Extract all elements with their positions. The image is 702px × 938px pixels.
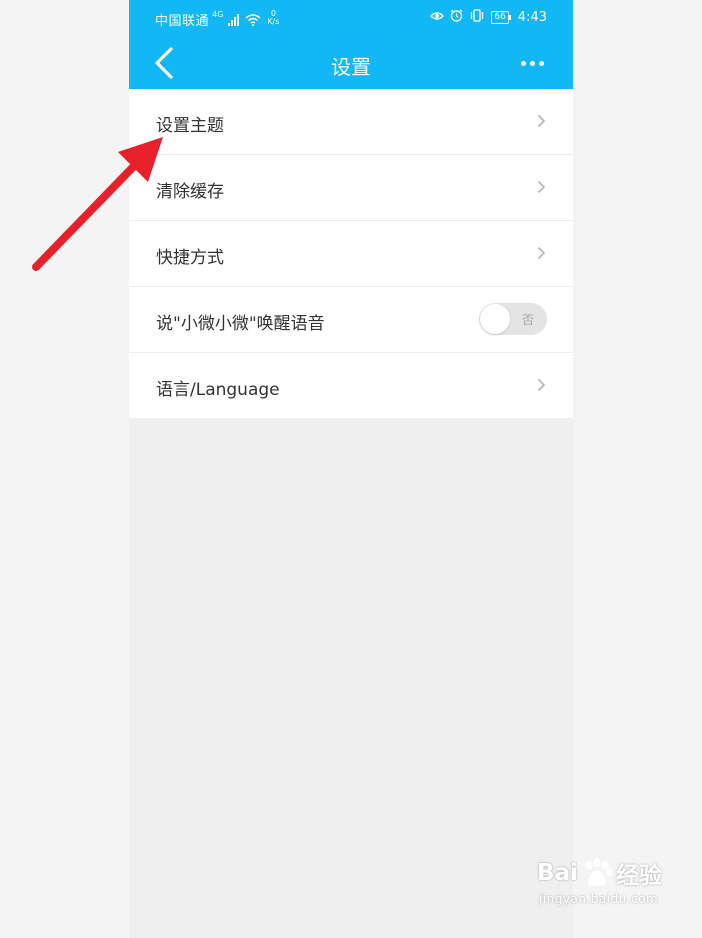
more-dot-icon [520, 60, 526, 66]
chevron-right-icon [537, 378, 546, 392]
more-button[interactable] [517, 50, 547, 76]
voice-wake-toggle[interactable]: 否 [479, 303, 547, 335]
settings-item-clear-cache[interactable]: 清除缓存 [129, 155, 573, 221]
net-speed: 0 K/s [267, 9, 280, 26]
settings-item-label: 设置主题 [156, 116, 224, 136]
page-title: 设置 [331, 55, 371, 79]
settings-item-label: 语言/Language [156, 380, 280, 400]
toggle-state-text: 否 [521, 313, 534, 327]
toggle-knob [480, 304, 510, 334]
settings-item-shortcut[interactable]: 快捷方式 [129, 221, 573, 287]
settings-item-label: 说"小微小微"唤醒语音 [156, 314, 325, 334]
phone-screen: 中国联通 4G 0 K/s 66 4:43 设置 设置主题 清除缓存 快捷方式 … [129, 0, 573, 938]
settings-item-label: 清除缓存 [156, 182, 224, 202]
clock-time: 4:43 [517, 10, 547, 25]
net-speed-unit: K/s [267, 16, 280, 26]
watermark: Bai 经验 jingyan.baidu.com [537, 858, 662, 906]
settings-item-voice-wake: 说"小微小微"唤醒语音 否 [129, 287, 573, 353]
status-bar: 中国联通 4G 0 K/s 66 4:43 [129, 0, 573, 38]
status-left: 中国联通 4G 0 K/s [155, 9, 280, 29]
chevron-right-icon [537, 180, 546, 194]
left-margin [0, 0, 129, 938]
wifi-icon [245, 13, 261, 26]
paw-logo-icon [585, 858, 612, 887]
battery-icon: 66 [491, 11, 512, 24]
settings-list: 设置主题 清除缓存 快捷方式 说"小微小微"唤醒语音 否 语言/Language [129, 89, 573, 418]
settings-item-label: 快捷方式 [156, 248, 224, 268]
network-type-icon: 4G [212, 10, 224, 19]
chevron-right-icon [537, 114, 546, 128]
status-right: 66 4:43 [430, 9, 547, 26]
chevron-right-icon [537, 246, 546, 260]
right-margin [573, 0, 702, 938]
watermark-brand-right: 经验 [615, 863, 662, 889]
settings-item-language[interactable]: 语言/Language [129, 353, 573, 418]
watermark-url: jingyan.baidu.com [539, 892, 659, 906]
watermark-brand: Bai 经验 [537, 858, 662, 889]
settings-item-theme[interactable]: 设置主题 [129, 89, 573, 155]
app-bar: 设置 [129, 38, 573, 89]
more-dot-icon [529, 60, 535, 66]
alarm-icon [450, 9, 463, 26]
eye-comfort-icon [430, 10, 445, 26]
vibrate-icon [469, 9, 485, 26]
more-dot-icon [538, 60, 544, 66]
watermark-brand-left: Bai [537, 860, 578, 886]
carrier-label: 中国联通 [155, 14, 210, 29]
signal-icon [228, 13, 240, 26]
